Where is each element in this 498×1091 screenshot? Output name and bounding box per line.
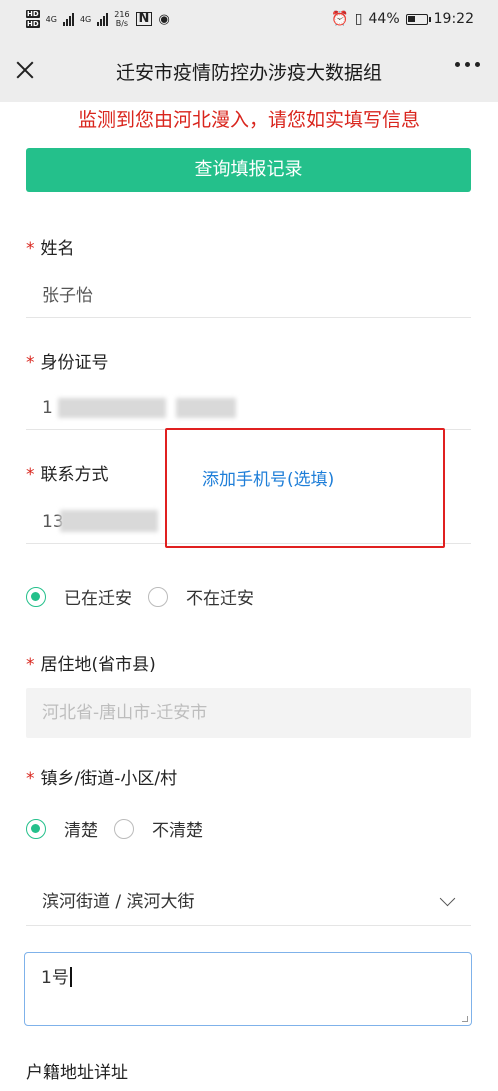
hd-label-2: HD (26, 20, 40, 28)
nfc-icon: N (135, 12, 153, 26)
street-select[interactable]: 滨河街道 / 滨河大街 (26, 878, 471, 926)
town-label: * 镇乡/街道-小区/村 (26, 764, 177, 789)
vibrate-icon: ▯ (354, 11, 363, 27)
battery-fill (407, 15, 415, 22)
battery-percent: 44% (368, 11, 400, 27)
required-mark: * (26, 353, 35, 373)
radio-in-qianan[interactable] (26, 586, 46, 607)
required-mark: * (26, 465, 35, 485)
network-speed-unit: B/s (115, 19, 129, 28)
street-select-value: 滨河街道 / 滨河大街 (42, 892, 195, 912)
address-detail-value: 1号 (41, 968, 69, 988)
signal-icon (62, 12, 74, 26)
more-options-icon[interactable] (455, 62, 480, 67)
residence-input: 河北省-唐山市-迁安市 (26, 688, 471, 738)
required-mark: * (26, 769, 35, 789)
residence-label: * 居住地(省市县) (26, 650, 156, 675)
status-right: ⏰ ▯ 44% 19:22 (331, 11, 474, 27)
radio-clear[interactable] (26, 818, 46, 839)
clarity-radio-group: 清楚 不清楚 (26, 816, 219, 841)
contact-label-text: 联系方式 (40, 465, 109, 485)
redacted-blur (58, 398, 166, 418)
clock: 19:22 (433, 11, 474, 27)
status-bar: HD HD 4G 4G 216 B/s N ◉ ⏰ ▯ 44% 19:22 (0, 0, 498, 40)
status-left: HD HD 4G 4G 216 B/s N ◉ (26, 9, 170, 29)
radio-not-in-qianan[interactable] (148, 586, 168, 607)
query-records-button[interactable]: 查询填报记录 (26, 148, 471, 192)
town-label-text: 镇乡/街道-小区/村 (40, 769, 178, 789)
radio-clear-label: 清楚 (64, 821, 98, 841)
radio-unclear[interactable] (114, 818, 134, 839)
add-phone-link[interactable]: 添加手机号(选填) (202, 465, 334, 490)
address-detail-textarea[interactable]: 1号 (24, 952, 472, 1026)
name-label: * 姓名 (26, 234, 75, 259)
required-mark: * (26, 239, 35, 259)
required-mark: * (26, 655, 35, 675)
close-icon[interactable] (10, 55, 40, 85)
network-type-1: 4G (45, 14, 57, 24)
radio-not-in-qianan-label: 不在迁安 (186, 589, 254, 609)
app-header: 迁安市疫情防控办涉疫大数据组 (0, 40, 498, 102)
redacted-blur (60, 510, 158, 532)
resize-handle[interactable] (462, 1016, 468, 1022)
residence-label-text: 居住地(省市县) (40, 655, 156, 675)
redacted-blur (176, 398, 236, 418)
hd-indicator: HD HD (26, 9, 40, 29)
radio-in-qianan-label: 已在迁安 (64, 589, 132, 609)
radio-unclear-label: 不清楚 (152, 821, 203, 841)
signal-icon-2 (97, 12, 109, 26)
network-type-2: 4G (79, 14, 92, 24)
contact-label: * 联系方式 (26, 460, 109, 485)
alarm-icon: ⏰ (331, 11, 349, 27)
name-field[interactable]: 张子怡 (26, 274, 471, 318)
network-speed-value: 216 (114, 10, 130, 19)
form-page: 监测到您由河北漫入，请您如实填写信息 查询填报记录 * 姓名 张子怡 * 身份证号 … (0, 102, 498, 1091)
text-cursor (69, 967, 72, 987)
id-card-label: * 身份证号 (26, 348, 109, 373)
hukou-label: 户籍地址详址 (26, 1063, 128, 1083)
id-card-label-text: 身份证号 (40, 353, 109, 373)
id-card-value: 1 (42, 398, 53, 418)
hd-label-1: HD (26, 10, 40, 18)
name-label-text: 姓名 (40, 239, 75, 259)
alert-message: 监测到您由河北漫入，请您如实填写信息 (77, 109, 420, 131)
network-speed: 216 B/s (114, 10, 129, 28)
chevron-down-icon (439, 890, 456, 907)
wechat-icon: ◉ (158, 11, 170, 27)
battery-icon (405, 13, 431, 25)
location-radio-group: 已在迁安 不在迁安 (26, 584, 270, 609)
page-title: 迁安市疫情防控办涉疫大数据组 (115, 62, 382, 84)
